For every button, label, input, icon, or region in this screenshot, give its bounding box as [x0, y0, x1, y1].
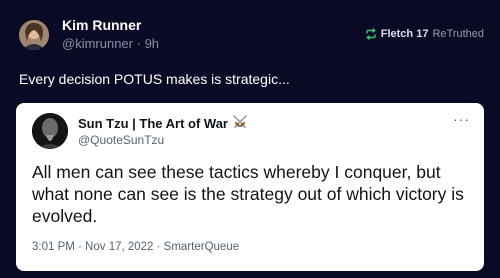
quoted-meta: 3:01 PM · Nov 17, 2022 · SmarterQueue: [32, 241, 240, 253]
quoted-avatar[interactable]: [32, 113, 68, 149]
post-time[interactable]: 9h: [145, 36, 159, 51]
quoted-post-card[interactable]: Sun Tzu | The Art of War @QuoteSunTzu ··…: [16, 103, 484, 271]
author-avatar[interactable]: [19, 20, 49, 50]
author-name[interactable]: Kim Runner: [62, 17, 141, 33]
post: Kim Runner @kimrunner · 9h Fletch 17 ReT…: [0, 0, 500, 278]
quoted-text: All men can see these tactics whereby I …: [32, 162, 464, 226]
quoted-author-name-text: Sun Tzu | The Art of War: [78, 116, 228, 131]
retruth-icon: [365, 28, 377, 40]
post-text: Every decision POTUS makes is strategic.…: [19, 71, 290, 87]
more-options-icon[interactable]: ···: [453, 111, 470, 127]
author-handle-line: @kimrunner · 9h: [62, 36, 159, 51]
separator: ·: [133, 36, 145, 51]
retruth-indicator[interactable]: Fletch 17 ReTruthed: [365, 28, 484, 40]
quoted-author-name[interactable]: Sun Tzu | The Art of War: [78, 115, 248, 132]
retruth-label: ReTruthed: [432, 28, 484, 40]
retruth-user[interactable]: Fletch 17: [381, 28, 429, 40]
author-handle[interactable]: @kimrunner: [62, 36, 133, 51]
crossed-swords-icon: [232, 115, 248, 132]
quoted-author-handle[interactable]: @QuoteSunTzu: [78, 133, 164, 147]
